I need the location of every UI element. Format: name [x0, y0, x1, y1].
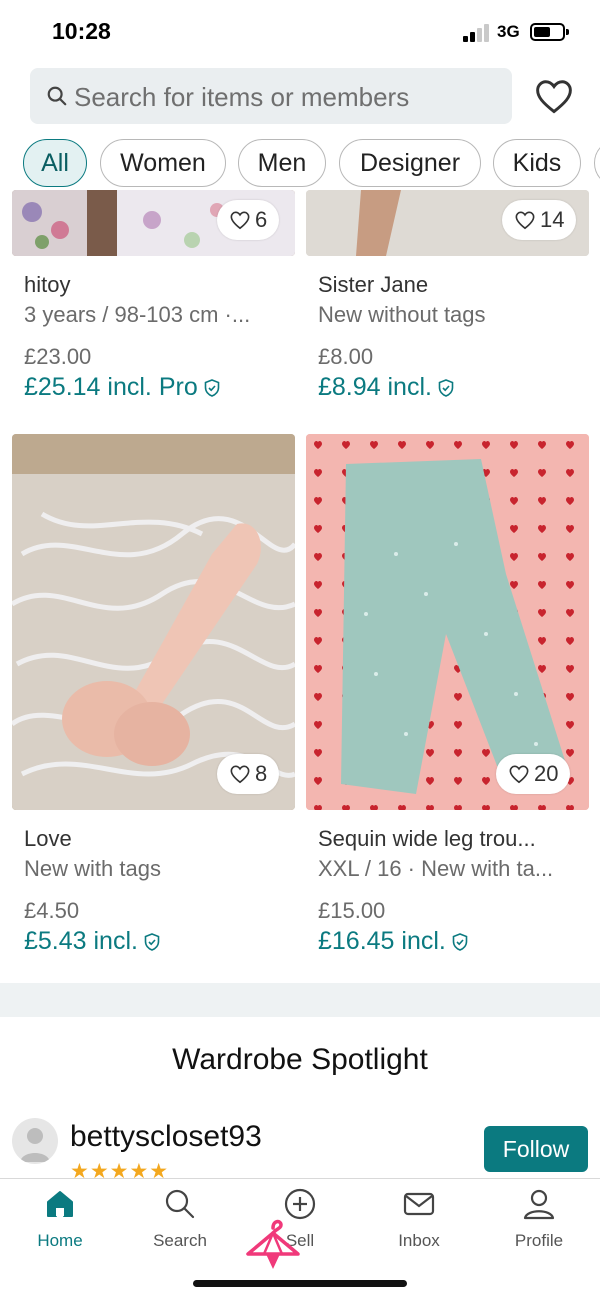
heart-icon: [515, 211, 535, 230]
like-count: 20: [534, 761, 559, 786]
like-button[interactable]: 20: [496, 754, 571, 794]
tab-inbox[interactable]: Inbox: [364, 1187, 474, 1257]
search-icon: [165, 1189, 195, 1219]
chip-all[interactable]: All: [23, 139, 87, 187]
follow-button[interactable]: Follow: [484, 1126, 588, 1172]
wardrobe-spotlight-title: Wardrobe Spotlight: [172, 1043, 428, 1076]
hanger-overlay-icon: [246, 1219, 300, 1269]
chip-designer[interactable]: Designer: [339, 139, 481, 187]
default-avatar-icon: [20, 1128, 50, 1162]
heart-icon: [230, 211, 250, 230]
tab-label: Home: [37, 1231, 83, 1250]
product-price: £15.00: [318, 898, 386, 923]
price-incl-text: £5.43 incl.: [24, 927, 138, 955]
spotlight-username[interactable]: bettyscloset93: [70, 1120, 262, 1154]
product-price-incl: £16.45 incl.: [318, 927, 468, 956]
product-price-incl: £8.94 incl.: [318, 373, 454, 402]
chip-more[interactable]: [594, 139, 600, 187]
buyer-protection-shield-icon[interactable]: [204, 378, 220, 397]
price-incl-text: £8.94 incl.: [318, 373, 432, 401]
product-price-incl: £5.43 incl.: [24, 927, 160, 956]
tab-label: Profile: [514, 1231, 564, 1250]
tab-label: Search: [153, 1231, 207, 1250]
category-chips: All Women Men Designer Kids: [0, 139, 600, 189]
product-grid: 6 hitoy 3 years / 98-103 cm ·... £23.00 …: [0, 190, 600, 983]
product-card[interactable]: 20 Sequin wide leg trou... XXL / 16 · Ne…: [306, 434, 589, 964]
product-title: Sister Jane: [318, 272, 429, 297]
section-divider: [0, 983, 600, 1017]
like-button[interactable]: 8: [217, 754, 280, 794]
heart-icon: [230, 765, 250, 784]
price-incl-text: £25.14 incl. Pro: [24, 373, 198, 401]
product-price-incl: £25.14 incl. Pro: [24, 373, 220, 402]
like-count: 6: [255, 207, 268, 232]
product-card[interactable]: 14 Sister Jane New without tags £8.00 £8…: [306, 190, 589, 410]
person-icon: [523, 1189, 555, 1220]
chip-men[interactable]: Men: [238, 139, 326, 187]
home-indicator: [193, 1280, 407, 1287]
product-price: £8.00: [318, 344, 374, 369]
avatar[interactable]: [12, 1118, 58, 1164]
product-subtitle: 3 years / 98-103 cm ·...: [24, 302, 251, 327]
search-icon: [47, 86, 67, 106]
product-price: £23.00: [24, 344, 92, 369]
tab-label: Inbox: [398, 1231, 440, 1250]
like-button[interactable]: 6: [217, 200, 280, 240]
like-button[interactable]: 14: [502, 200, 577, 240]
battery-icon: [530, 23, 569, 41]
buyer-protection-shield-icon[interactable]: [452, 932, 468, 951]
heart-icon: [509, 765, 529, 784]
favorites-heart-icon[interactable]: [534, 78, 574, 114]
price-incl-text: £16.45 incl.: [318, 927, 446, 955]
like-count: 14: [540, 207, 565, 232]
tab-search[interactable]: Search: [125, 1187, 235, 1257]
status-bar: 10:28 3G: [0, 0, 600, 62]
chip-kids[interactable]: Kids: [493, 139, 581, 187]
signal-icon: [463, 24, 491, 42]
buyer-protection-shield-icon[interactable]: [438, 378, 454, 397]
network-type: 3G: [497, 22, 520, 41]
home-icon: [47, 1191, 73, 1217]
envelope-icon: [403, 1192, 435, 1216]
product-subtitle: New without tags: [318, 302, 486, 327]
buyer-protection-shield-icon[interactable]: [144, 932, 160, 951]
search-input[interactable]: Search for items or members: [30, 68, 512, 124]
product-card[interactable]: 8 Love New with tags £4.50 £5.43 incl.: [12, 434, 295, 964]
product-subtitle: XXL / 16 · New with ta...: [318, 856, 554, 881]
product-title: Sequin wide leg trou...: [318, 826, 536, 851]
search-placeholder: Search for items or members: [74, 82, 410, 112]
product-title: hitoy: [24, 272, 71, 297]
product-title: Love: [24, 826, 72, 851]
status-time: 10:28: [52, 18, 111, 44]
tab-home[interactable]: Home: [5, 1187, 115, 1257]
product-subtitle: New with tags: [24, 856, 161, 881]
like-count: 8: [255, 761, 268, 786]
product-price: £4.50: [24, 898, 80, 923]
chip-women[interactable]: Women: [100, 139, 226, 187]
product-card[interactable]: 6 hitoy 3 years / 98-103 cm ·... £23.00 …: [12, 190, 295, 410]
tab-profile[interactable]: Profile: [484, 1187, 594, 1257]
